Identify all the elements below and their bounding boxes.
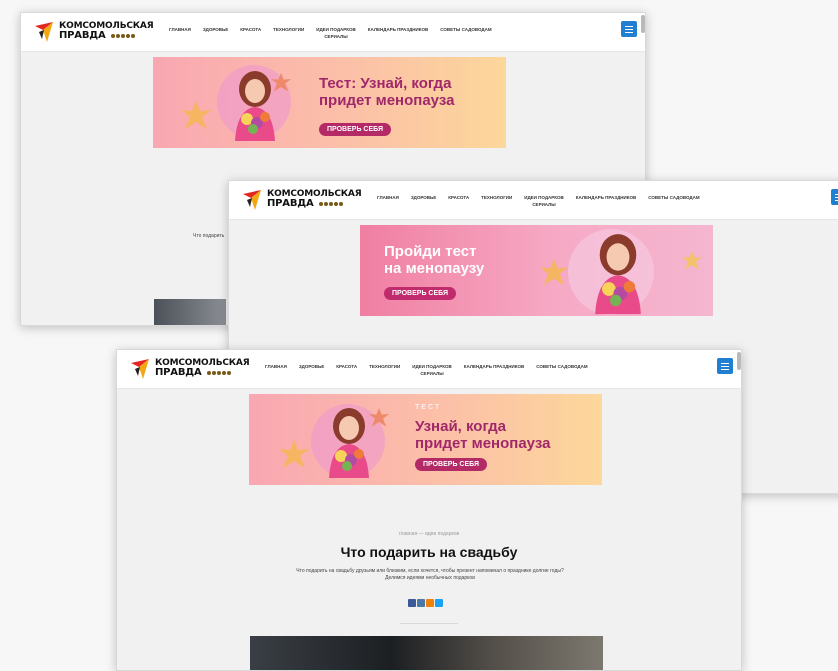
ad-banner[interactable]: Пройди тест на менопаузу ПРОВЕРЬ СЕБЯ xyxy=(360,225,713,316)
breadcrumb[interactable]: главная — идеи подарков xyxy=(117,531,741,537)
screenshot-variant-3: КОМСОМОЛЬСКАЯ ПРАВДА ГЛАВНАЯ ЗДОРОВЬЕ КР… xyxy=(116,349,742,671)
odnoklassniki-icon[interactable] xyxy=(426,599,434,607)
nav-item-gift-ideas[interactable]: ИДЕИ ПОДАРКОВ СЕРИАЛЫ xyxy=(524,194,564,208)
nav-item-holidays[interactable]: КАЛЕНДАРЬ ПРАЗДНИКОВ xyxy=(368,26,429,40)
logo-award-dots xyxy=(319,202,343,206)
woman-illustration-icon xyxy=(329,408,369,478)
hamburger-menu-icon[interactable] xyxy=(717,358,733,374)
nav-item-health[interactable]: ЗДОРОВЬЕ xyxy=(299,363,324,377)
nav-item-health[interactable]: ЗДОРОВЬЕ xyxy=(411,194,436,208)
nav-item-beauty[interactable]: КРАСОТА xyxy=(448,194,469,208)
banner-title: Тест: Узнай, когда придет менопауза xyxy=(319,75,455,109)
banner-title: Пройди тест на менопаузу xyxy=(384,243,485,277)
banner-cta-button[interactable]: ПРОВЕРЬ СЕБЯ xyxy=(415,458,488,471)
nav-item-gift-ideas[interactable]: ИДЕИ ПОДАРКОВ СЕРИАЛЫ xyxy=(316,26,356,40)
nav-item-gift-ideas[interactable]: ИДЕИ ПОДАРКОВ СЕРИАЛЫ xyxy=(412,363,452,377)
nav-item-home[interactable]: ГЛАВНАЯ xyxy=(377,194,399,208)
leaf-decoration-icon xyxy=(181,101,211,129)
main-nav: ГЛАВНАЯ ЗДОРОВЬЕ КРАСОТА ТЕХНОЛОГИИ ИДЕИ… xyxy=(169,26,504,40)
twitter-icon[interactable] xyxy=(435,599,443,607)
scrollbar[interactable] xyxy=(641,15,645,33)
nav-item-home[interactable]: ГЛАВНАЯ xyxy=(265,363,287,377)
banner-title: Узнай, когда придет менопауза xyxy=(415,418,551,452)
site-header: КОМСОМОЛЬСКАЯ ПРАВДА ГЛАВНАЯ ЗДОРОВЬЕ КР… xyxy=(21,13,645,52)
divider xyxy=(400,623,458,624)
banner-kicker: ТЕСТ xyxy=(415,404,442,411)
scrollbar[interactable] xyxy=(737,352,741,370)
nav-item-beauty[interactable]: КРАСОТА xyxy=(336,363,357,377)
leaf-decoration-icon xyxy=(279,440,309,468)
article-lead-fragment: Что подарить xyxy=(193,233,225,239)
leaf-decoration-icon xyxy=(540,259,568,286)
logo-bird-icon xyxy=(35,22,53,42)
vk-icon[interactable] xyxy=(417,599,425,607)
article-photo xyxy=(250,636,603,670)
banner-cta-button[interactable]: ПРОВЕРЬ СЕБЯ xyxy=(319,123,392,136)
woman-illustration-icon xyxy=(595,234,641,315)
hamburger-menu-icon[interactable] xyxy=(831,189,838,205)
share-buttons xyxy=(408,599,443,607)
logo-text-bottom: ПРАВДА xyxy=(155,367,202,378)
leaf-decoration-icon xyxy=(682,251,702,270)
nav-item-beauty[interactable]: КРАСОТА xyxy=(240,26,261,40)
nav-item-garden[interactable]: СОВЕТЫ САДОВОДАМ xyxy=(648,194,699,208)
ad-banner[interactable]: Тест: Узнай, когда придет менопауза ПРОВ… xyxy=(153,57,506,148)
nav-item-health[interactable]: ЗДОРОВЬЕ xyxy=(203,26,228,40)
nav-item-tech[interactable]: ТЕХНОЛОГИИ xyxy=(273,26,304,40)
logo-award-dots xyxy=(207,371,231,375)
hamburger-menu-icon[interactable] xyxy=(621,21,637,37)
nav-item-garden[interactable]: СОВЕТЫ САДОВОДАМ xyxy=(440,26,491,40)
woman-illustration-icon xyxy=(235,71,275,141)
article-lead: Что подарить на свадьбу друзьям или близ… xyxy=(296,568,564,581)
banner-cta-button[interactable]: ПРОВЕРЬ СЕБЯ xyxy=(384,287,457,300)
nav-item-holidays[interactable]: КАЛЕНДАРЬ ПРАЗДНИКОВ xyxy=(464,363,525,377)
logo-bird-icon xyxy=(243,190,261,210)
nav-item-tech[interactable]: ТЕХНОЛОГИИ xyxy=(481,194,512,208)
article-title: Что подарить на свадьбу xyxy=(340,544,518,560)
main-nav: ГЛАВНАЯ ЗДОРОВЬЕ КРАСОТА ТЕХНОЛОГИИ ИДЕИ… xyxy=(377,194,712,208)
logo-bird-icon xyxy=(131,359,149,379)
main-nav: ГЛАВНАЯ ЗДОРОВЬЕ КРАСОТА ТЕХНОЛОГИИ ИДЕИ… xyxy=(265,363,600,377)
logo-award-dots xyxy=(111,34,135,38)
article-photo xyxy=(154,299,226,325)
nav-item-holidays[interactable]: КАЛЕНДАРЬ ПРАЗДНИКОВ xyxy=(576,194,637,208)
nav-item-tech[interactable]: ТЕХНОЛОГИИ xyxy=(369,363,400,377)
facebook-icon[interactable] xyxy=(408,599,416,607)
site-header: КОМСОМОЛЬСКАЯ ПРАВДА ГЛАВНАЯ ЗДОРОВЬЕ КР… xyxy=(229,181,838,220)
ad-banner[interactable]: ТЕСТ Узнай, когда придет менопауза ПРОВЕ… xyxy=(249,394,602,485)
site-header: КОМСОМОЛЬСКАЯ ПРАВДА ГЛАВНАЯ ЗДОРОВЬЕ КР… xyxy=(117,350,741,389)
nav-item-garden[interactable]: СОВЕТЫ САДОВОДАМ xyxy=(536,363,587,377)
logo-text-bottom: ПРАВДА xyxy=(267,198,314,209)
logo-text-bottom: ПРАВДА xyxy=(59,30,106,41)
nav-item-home[interactable]: ГЛАВНАЯ xyxy=(169,26,191,40)
